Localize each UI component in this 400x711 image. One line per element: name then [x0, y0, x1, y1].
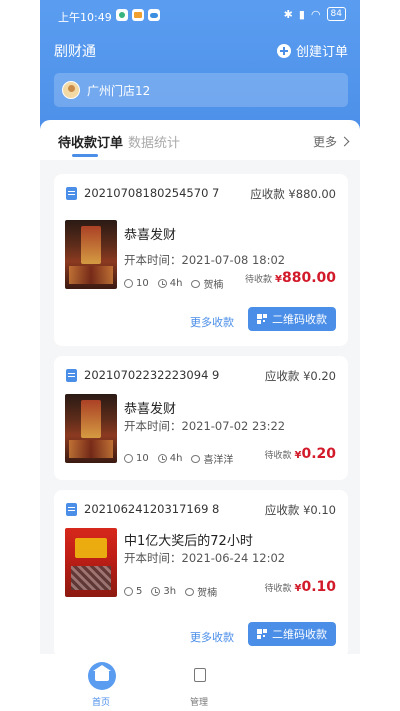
receivable-amount: 应收款 ¥0.20 — [264, 369, 336, 383]
show-poster — [65, 394, 117, 463]
clock-icon — [151, 587, 161, 596]
order-number: 20210624120317169 8 — [84, 502, 220, 516]
nav-manage-label[interactable]: 管理 — [190, 695, 208, 708]
show-title: 恭喜发财 — [124, 402, 177, 417]
tab-pending-orders[interactable]: 待收款订单 — [58, 132, 123, 157]
nav-home[interactable] — [88, 662, 116, 690]
pending-amount: 待收款 ¥880.00 — [244, 270, 336, 286]
more-collect-link[interactable]: 更多收款 — [190, 629, 234, 645]
host-name: 贺楠 — [197, 588, 218, 599]
nav-manage[interactable] — [190, 664, 210, 688]
pending-amount: 待收款 ¥0.20 — [264, 446, 336, 462]
pending-amount: 待收款 ¥0.10 — [264, 579, 336, 595]
clock-icon — [157, 279, 167, 288]
document-icon — [66, 187, 77, 200]
create-order-button[interactable]: 创建订单 — [276, 41, 348, 60]
home-icon — [93, 665, 111, 681]
order-number: 20210708180254570 7 — [84, 186, 220, 200]
host-icon — [191, 279, 201, 288]
avatar — [62, 81, 80, 99]
open-time: 开本时间：2021-07-08 18:02 — [124, 253, 286, 267]
order-card: 20210702232223094 9 应收款 ¥0.20 恭喜发财 开本时间：… — [54, 356, 348, 480]
bottom-nav: 首页 管理 — [40, 654, 360, 711]
qr-code-icon — [257, 314, 267, 324]
folder-notification-icon — [132, 9, 144, 21]
qr-code-icon — [257, 629, 267, 639]
manage-icon — [194, 668, 206, 682]
order-card: 20210708180254570 7 应收款 ¥880.00 恭喜发财 开本时… — [54, 174, 348, 346]
battery-icon: 84 — [326, 7, 346, 21]
duration: 3h — [163, 586, 177, 597]
more-label: 更多 — [312, 135, 337, 149]
open-time: 开本时间：2021-06-24 12:02 — [124, 551, 286, 565]
more-link[interactable]: 更多 — [312, 133, 350, 150]
duration: 4h — [169, 278, 183, 289]
more-collect-link[interactable]: 更多收款 — [190, 314, 234, 330]
show-poster — [65, 528, 117, 597]
document-icon — [66, 369, 77, 382]
people-icon — [124, 587, 133, 596]
order-number: 20210702232223094 9 — [84, 368, 220, 382]
nav-home-label[interactable]: 首页 — [92, 695, 110, 708]
open-time: 开本时间：2021-07-02 23:22 — [124, 419, 286, 433]
order-meta: 10 4h 喜洋洋 — [124, 451, 242, 466]
order-meta: 10 4h 贺楠 — [124, 276, 232, 291]
chevron-right-icon — [339, 136, 350, 147]
people-icon — [124, 454, 133, 463]
order-card: 20210624120317169 8 应收款 ¥0.10 中1亿大奖后的72小… — [54, 490, 348, 658]
app-title: 剧财通 — [54, 44, 96, 60]
store-name: 广州门店12 — [87, 83, 151, 98]
bluetooth-icon: ✱ — [283, 7, 293, 21]
player-count: 5 — [136, 586, 143, 597]
document-icon — [66, 503, 77, 516]
wifi-icon: ◠ — [310, 7, 321, 21]
create-order-label: 创建订单 — [295, 45, 348, 60]
store-selector[interactable]: 广州门店12 — [54, 73, 348, 107]
host-name: 喜洋洋 — [203, 455, 234, 466]
host-icon — [185, 587, 195, 596]
fade-overlay — [240, 654, 360, 711]
host-icon — [191, 454, 201, 463]
people-icon — [124, 279, 133, 288]
status-bar: 上午10:49 ✱ ▮ ◠ 84 — [40, 0, 360, 30]
signal-icon: ▮ — [298, 7, 305, 21]
cloud-notification-icon — [148, 9, 160, 21]
app-screen: 上午10:49 ✱ ▮ ◠ 84 剧财通 创建订单 广州门店12 待收款订单 数… — [40, 0, 360, 711]
app-notification-icon — [116, 9, 128, 21]
show-poster — [65, 220, 117, 289]
qr-collect-button[interactable]: 二维码收款 — [248, 307, 336, 331]
host-name: 贺楠 — [203, 280, 224, 291]
player-count: 10 — [136, 453, 149, 464]
tab-bar: 待收款订单 数据统计 更多 — [40, 120, 360, 160]
tab-statistics[interactable]: 数据统计 — [128, 132, 180, 151]
status-time: 上午10:49 — [58, 11, 112, 24]
receivable-amount: 应收款 ¥880.00 — [250, 187, 336, 201]
player-count: 10 — [136, 278, 149, 289]
duration: 4h — [169, 453, 183, 464]
plus-circle-icon — [276, 43, 291, 58]
receivable-amount: 应收款 ¥0.10 — [264, 503, 336, 517]
show-title: 恭喜发财 — [124, 228, 177, 243]
show-title: 中1亿大奖后的72小时 — [124, 534, 253, 549]
clock-icon — [157, 454, 167, 463]
order-meta: 5 3h 贺楠 — [124, 584, 226, 599]
qr-collect-button[interactable]: 二维码收款 — [248, 622, 336, 646]
